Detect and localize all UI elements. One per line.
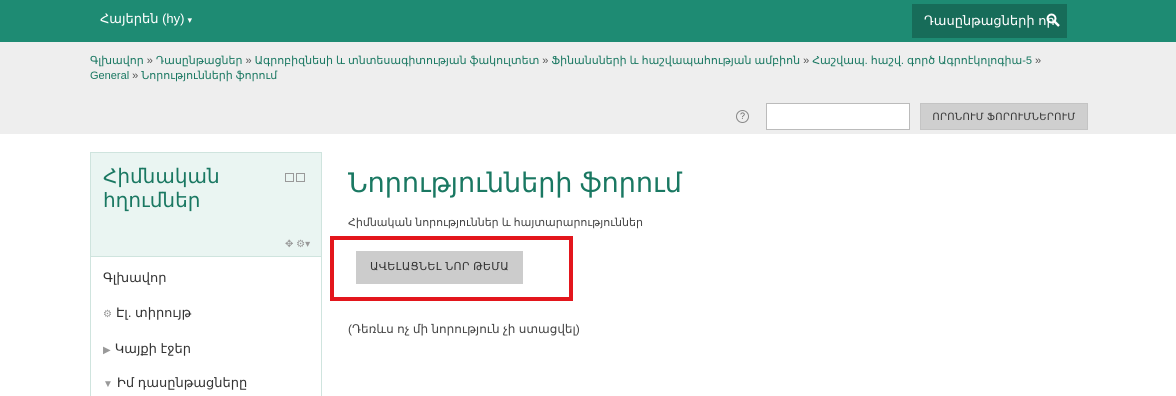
caret-down-icon: ▼ bbox=[103, 379, 113, 390]
language-menu[interactable]: Հայերեն (hy) ▾ bbox=[100, 11, 192, 27]
breadcrumb-link[interactable]: General bbox=[90, 70, 129, 82]
block-controls bbox=[283, 172, 305, 183]
sidebar-item-label: Գլխավոր bbox=[103, 270, 167, 285]
breadcrumb-link[interactable]: Ֆինանսների և հաշվապահության ամբիոն bbox=[551, 55, 800, 67]
breadcrumb-separator: » bbox=[245, 55, 252, 67]
course-search-button[interactable]: Դասընթացների որ bbox=[912, 4, 1067, 38]
breadcrumb-separator: » bbox=[146, 55, 153, 67]
forum-search-input[interactable] bbox=[766, 103, 910, 130]
page-title: Նորությունների ֆորում bbox=[348, 168, 682, 198]
dashboard-icon: ⚙ bbox=[103, 309, 112, 320]
forum-search-button[interactable]: ՈՐՈՆՈՒՄ ՖՈՐՈՒՄՆԵՐՈՒՄ bbox=[920, 103, 1088, 130]
search-icon bbox=[1046, 13, 1060, 27]
breadcrumb: Գլխավոր» Դասընթացներ» Ագրոբիզնեսի և տնտեսա… bbox=[90, 54, 1090, 84]
navigation-block: Հիմնական հղումներ ✥ ⚙▾ Գլխավոր ⚙ Էլ. տիրո… bbox=[90, 152, 322, 396]
move-icon[interactable]: ✥ ⚙▾ bbox=[285, 239, 310, 250]
sidebar-item-site-pages[interactable]: ▶ Կայքի էջեր bbox=[103, 341, 191, 357]
top-navbar: Հայերեն (hy) ▾ Դասընթացների որ bbox=[0, 0, 1176, 42]
breadcrumb-link[interactable]: Գլխավոր bbox=[90, 55, 144, 67]
add-new-topic-button[interactable]: ԱՎԵԼԱՑՆԵԼ ՆՈՐ ԹԵՄԱ bbox=[356, 251, 523, 284]
sidebar-item-my-courses[interactable]: ▼ Իմ դասընթացները bbox=[103, 375, 247, 391]
breadcrumb-bar: Գլխավոր» Դասընթացներ» Ագրոբիզնեսի և տնտեսա… bbox=[0, 42, 1176, 134]
breadcrumb-separator: » bbox=[803, 55, 810, 67]
chevron-down-icon: ▾ bbox=[187, 15, 192, 25]
collapse-icon[interactable] bbox=[285, 173, 294, 183]
breadcrumb-separator: » bbox=[1034, 55, 1042, 67]
caret-right-icon: ▶ bbox=[103, 345, 111, 356]
sidebar-item-dashboard[interactable]: ⚙ Էլ. տիրույթ bbox=[103, 305, 191, 321]
language-label: Հայերեն (hy) bbox=[100, 11, 185, 26]
block-title: Հիմնական հղումներ bbox=[103, 166, 220, 212]
empty-message: (Դեռևս ոչ մի նորություն չի ստացվել) bbox=[348, 322, 580, 336]
breadcrumb-link[interactable]: Նորությունների ֆորում bbox=[141, 70, 277, 82]
breadcrumb-link[interactable]: Ագրոբիզնեսի և տնտեսագիտության ֆակուլտետ bbox=[255, 55, 540, 67]
help-icon[interactable]: ? bbox=[736, 110, 749, 123]
sidebar-item-label: Իմ դասընթացները bbox=[116, 375, 248, 390]
breadcrumb-link[interactable]: Դասընթացներ bbox=[156, 55, 243, 67]
forum-description: Հիմնական նորություններ և հայտարարություն… bbox=[348, 217, 643, 229]
course-search-label: Դասընթացների որ bbox=[924, 13, 1055, 28]
sidebar-item-home[interactable]: Գլխավոր bbox=[103, 270, 166, 286]
breadcrumb-separator: » bbox=[132, 70, 139, 82]
block-header: Հիմնական հղումներ ✥ ⚙▾ bbox=[91, 153, 321, 257]
dock-icon[interactable] bbox=[296, 173, 305, 183]
sidebar-item-label: Կայքի էջեր bbox=[114, 341, 191, 356]
sidebar-item-label: Էլ. տիրույթ bbox=[115, 305, 192, 320]
breadcrumb-separator: » bbox=[542, 55, 549, 67]
breadcrumb-link[interactable]: Հաշվապ. հաշվ. գործ Ագրոէկոլոգիա-5 bbox=[812, 55, 1032, 67]
